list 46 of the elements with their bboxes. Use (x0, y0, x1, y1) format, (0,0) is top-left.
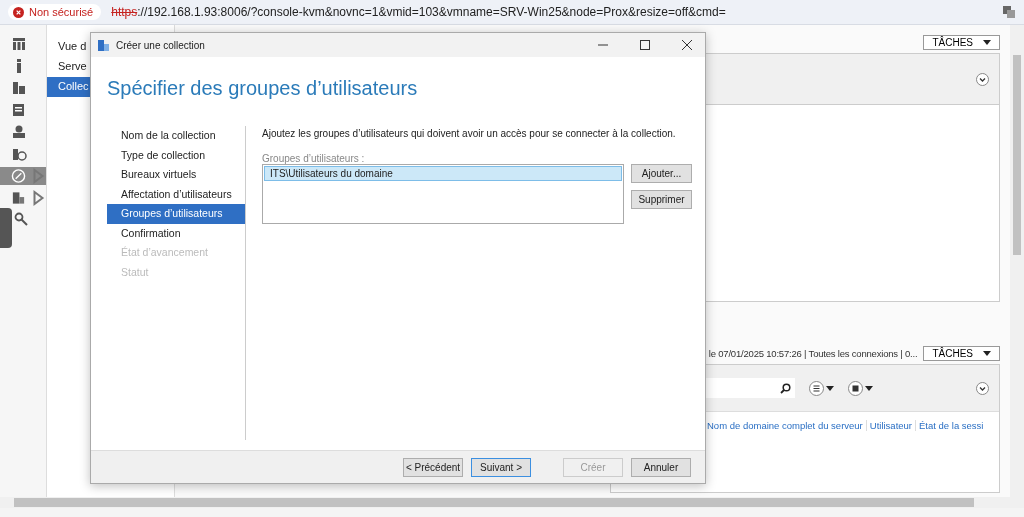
warning-icon (13, 6, 24, 18)
security-badge[interactable]: Non sécurisé (8, 4, 102, 20)
list-view-icon[interactable] (809, 380, 834, 396)
caret-icon (983, 40, 991, 45)
wizard-step[interactable]: Nom de la collection (107, 126, 245, 146)
wizard-button[interactable]: Annuler (631, 457, 691, 477)
servers-icon (11, 80, 27, 96)
wizard-step[interactable]: Groupes d’utilisateurs (107, 204, 245, 224)
search-field[interactable] (706, 378, 795, 398)
address-bar-url[interactable]: https://192.168.1.93:8006/?console-kvm&novnc=1&vmid=103&vmname=SRV-Win25&node=Prox&resize=off&cmd= (111, 5, 726, 19)
wizard-button[interactable]: Suivant > (471, 457, 531, 477)
list-action-button[interactable]: Ajouter... (631, 164, 692, 183)
list-label: Groupes d’utilisateurs : (262, 153, 366, 164)
column-header[interactable]: État de la sessi (915, 419, 987, 431)
side-panel-handle[interactable] (0, 208, 12, 248)
window-title: Créer une collection (116, 39, 206, 51)
key-icon (13, 212, 29, 228)
document-icon (11, 102, 27, 118)
vertical-scrollbar[interactable] (1010, 25, 1024, 497)
app-icon (97, 38, 110, 52)
groups-list[interactable]: ITS\Utilisateurs du domaine (262, 164, 624, 224)
caret-icon (983, 351, 991, 356)
column-header[interactable]: Utilisateur (865, 419, 916, 431)
wizard-step[interactable]: Confirmation (107, 223, 245, 243)
sidebar-item[interactable] (0, 167, 46, 185)
group-item[interactable]: ITS\Utilisateurs du domaine (264, 166, 622, 181)
instructions-text: Ajoutez les groupes d’utilisateurs qui doivent avoir un accès pour se connecter à la collection. (262, 128, 677, 139)
maximize-icon (640, 40, 650, 50)
wizard-button[interactable]: < Précédent (403, 457, 463, 477)
expand-arrow-icon (31, 168, 46, 184)
connections-info: le 07/01/2025 10:57:26 | Toutes les connexions | 0... (708, 348, 918, 359)
expand-arrow-icon (31, 190, 46, 206)
horizontal-scrollbar[interactable] (0, 497, 1024, 508)
wizard-step[interactable]: Bureaux virtuels (107, 165, 245, 185)
list-action-button[interactable]: Supprimer (631, 190, 692, 209)
translate-icon[interactable] (1002, 5, 1016, 19)
expand-icon[interactable] (976, 381, 989, 395)
wizard-step[interactable]: Type de collection (107, 145, 245, 165)
tasks-button[interactable]: TÂCHES (923, 35, 1000, 50)
close-icon (682, 40, 692, 50)
save-icon[interactable] (848, 380, 873, 396)
tasks-button[interactable]: TÂCHES (923, 346, 1000, 361)
wizard-step[interactable]: Affectation d’utilisateurs (107, 184, 245, 204)
dashboard-icon (11, 36, 27, 52)
expand-icon[interactable] (976, 72, 989, 86)
search-icon (780, 382, 791, 394)
